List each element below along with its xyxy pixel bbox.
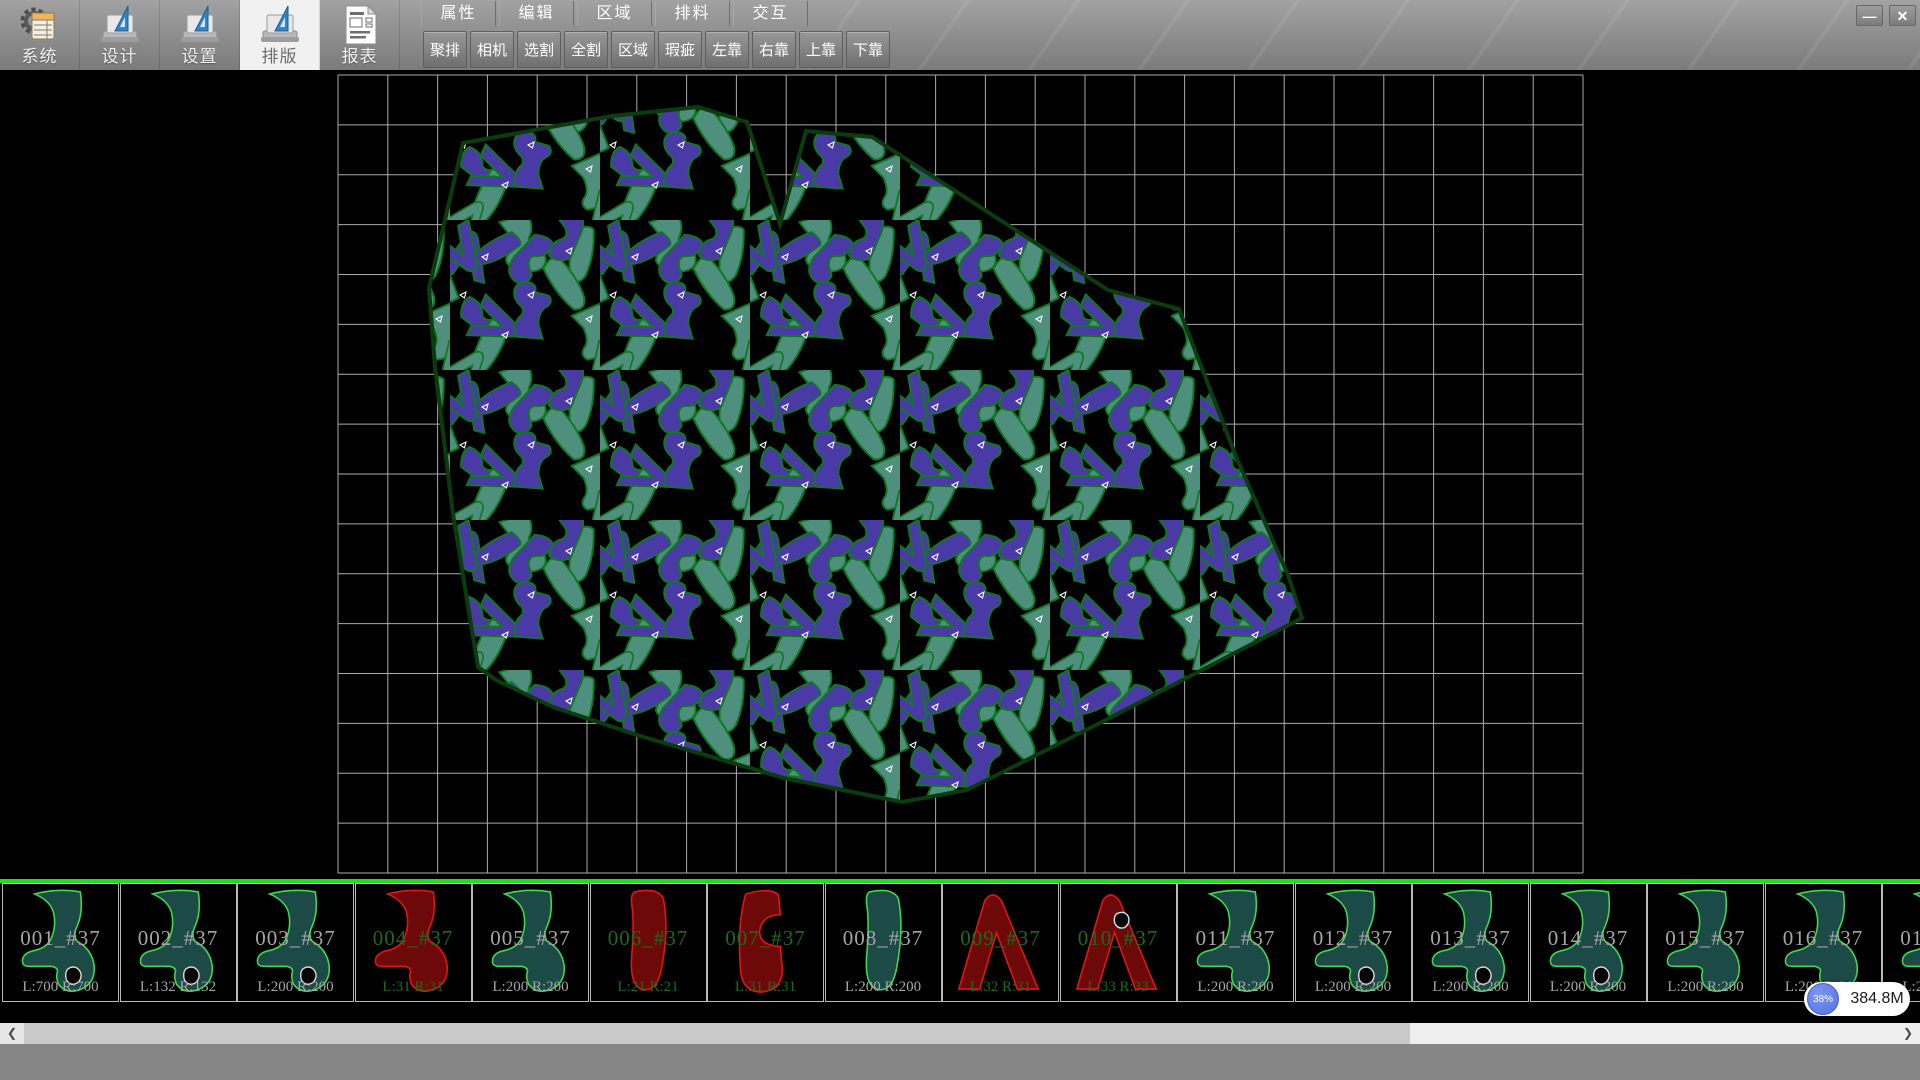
- piece-cell-010_#37[interactable]: 010_#37 L:33 R:33: [1060, 883, 1177, 1002]
- menu-item-5[interactable]: 交互: [733, 1, 808, 26]
- piece-lr-count-label: L:200 R:200: [1178, 979, 1293, 996]
- tool-button-2[interactable]: 相机: [470, 31, 514, 68]
- tool-button-4[interactable]: 全割: [564, 31, 608, 68]
- scrollbar-thumb[interactable]: [24, 1023, 1410, 1044]
- piece-lr-count-label: L:200 R:200: [826, 979, 941, 996]
- nav-tab-label: 报表: [320, 42, 399, 67]
- progress-percent-icon: 38%: [1807, 983, 1839, 1015]
- piece-lr-count-label: L:31 R:31: [356, 979, 471, 996]
- nav-tab-label: 排版: [240, 42, 319, 67]
- piece-id-label: 015_#37: [1648, 926, 1763, 951]
- piece-cell-007_#37[interactable]: 007_#37 L:31 R:31: [707, 883, 824, 1002]
- piece-id-label: 003_#37: [238, 926, 353, 951]
- piece-cell-014_#37[interactable]: 014_#37 L:200 R:200: [1530, 883, 1647, 1002]
- nav-tab-5[interactable]: 报表: [320, 0, 400, 70]
- tool-button-7[interactable]: 左靠: [705, 31, 749, 68]
- nav-tab-4[interactable]: 排版: [240, 0, 320, 70]
- piece-lr-count-label: L:200 R:200: [238, 979, 353, 996]
- status-bar: [0, 1044, 1920, 1080]
- piece-id-label: 002_#37: [121, 926, 236, 951]
- ruler-icon: [98, 3, 142, 47]
- piece-lr-count-label: L:200 R:200: [473, 979, 588, 996]
- horizontal-scrollbar[interactable]: ❮ ❯: [0, 1023, 1920, 1044]
- piece-lr-count-label: L:200 R:200: [1531, 979, 1646, 996]
- piece-lr-count-label: L:33 R:33: [1061, 979, 1176, 996]
- piece-cell-011_#37[interactable]: 011_#37 L:200 R:200: [1177, 883, 1294, 1002]
- piece-lr-count-label: L:200 R:200: [1648, 979, 1763, 996]
- piece-id-label: 017_#37: [1883, 926, 1920, 951]
- nav-tab-label: 设置: [160, 42, 239, 67]
- piece-lr-count-label: L:200 R:200: [1296, 979, 1411, 996]
- piece-lr-count-label: L:32 R:31: [943, 979, 1058, 996]
- tool-button-5[interactable]: 区域: [611, 31, 655, 68]
- piece-id-label: 005_#37: [473, 926, 588, 951]
- scroll-left-arrow-icon[interactable]: ❮: [0, 1023, 24, 1044]
- piece-cell-012_#37[interactable]: 012_#37 L:200 R:200: [1295, 883, 1412, 1002]
- piece-lr-count-label: L:31 R:31: [708, 979, 823, 996]
- piece-lr-count-label: L:21 R:21: [591, 979, 706, 996]
- piece-lr-count-label: L:132 R:132: [121, 979, 236, 996]
- piece-id-label: 011_#37: [1178, 926, 1293, 951]
- application-window: 系统设计设置排版报表 属性编辑区域排料交互 聚排相机选割全割区域瑕疵左靠右靠上靠…: [0, 0, 1920, 1080]
- nav-tab-label: 设计: [80, 42, 159, 67]
- piece-id-label: 010_#37: [1061, 926, 1176, 951]
- piece-id-label: 014_#37: [1531, 926, 1646, 951]
- piece-cell-009_#37[interactable]: 009_#37 L:32 R:31: [942, 883, 1059, 1002]
- piece-cell-008_#37[interactable]: 008_#37 L:200 R:200: [825, 883, 942, 1002]
- download-progress-badge[interactable]: 38% 384.8M: [1804, 982, 1910, 1016]
- menu-item-1[interactable]: 属性: [421, 1, 496, 26]
- piece-id-label: 013_#37: [1413, 926, 1528, 951]
- ruler-icon: [258, 3, 302, 47]
- nav-tab-label: 系统: [0, 42, 79, 67]
- nesting-canvas-svg: [0, 70, 1920, 879]
- piece-thumbnail-strip: 001_#37L:700 R:700002_#37L:132 R:132003_…: [0, 879, 1920, 1023]
- tool-button-3[interactable]: 选割: [517, 31, 561, 68]
- piece-cell-003_#37[interactable]: 003_#37 L:200 R:200: [237, 883, 354, 1002]
- piece-lr-count-label: L:700 R:700: [3, 979, 118, 996]
- piece-id-label: 009_#37: [943, 926, 1058, 951]
- tool-button-1[interactable]: 聚排: [423, 31, 467, 68]
- menu-item-4[interactable]: 排料: [655, 1, 730, 26]
- piece-cell-015_#37[interactable]: 015_#37 L:200 R:200: [1647, 883, 1764, 1002]
- piece-cell-005_#37[interactable]: 005_#37 L:200 R:200: [472, 883, 589, 1002]
- nav-tab-2[interactable]: 设计: [80, 0, 160, 70]
- tool-button-9[interactable]: 上靠: [799, 31, 843, 68]
- tool-button-8[interactable]: 右靠: [752, 31, 796, 68]
- menu-item-3[interactable]: 区域: [577, 1, 652, 26]
- piece-id-label: 008_#37: [826, 926, 941, 951]
- toolbar: 系统设计设置排版报表 属性编辑区域排料交互 聚排相机选割全割区域瑕疵左靠右靠上靠…: [0, 0, 1920, 70]
- piece-id-label: 006_#37: [591, 926, 706, 951]
- piece-id-label: 012_#37: [1296, 926, 1411, 951]
- toolbar-texture: [800, 0, 1920, 70]
- piece-id-label: 001_#37: [3, 926, 118, 951]
- nav-tab-1[interactable]: 系统: [0, 0, 80, 70]
- nesting-canvas[interactable]: [0, 70, 1920, 879]
- minimize-button[interactable]: —: [1856, 5, 1883, 26]
- tool-button-6[interactable]: 瑕疵: [658, 31, 702, 68]
- piece-id-label: 016_#37: [1766, 926, 1881, 951]
- piece-cell-006_#37[interactable]: 006_#37 L:21 R:21: [590, 883, 707, 1002]
- piece-lr-count-label: L:200 R:200: [1413, 979, 1528, 996]
- progress-size-label: 384.8M: [1848, 982, 1906, 1016]
- menu-item-2[interactable]: 编辑: [499, 1, 574, 26]
- piece-cell-002_#37[interactable]: 002_#37 L:132 R:132: [120, 883, 237, 1002]
- report-icon: [338, 3, 382, 47]
- system-icon: [18, 3, 62, 47]
- piece-cell-001_#37[interactable]: 001_#37 L:700 R:700: [2, 883, 119, 1002]
- piece-id-label: 004_#37: [356, 926, 471, 951]
- nav-tab-3[interactable]: 设置: [160, 0, 240, 70]
- piece-cell-013_#37[interactable]: 013_#37 L:200 R:200: [1412, 883, 1529, 1002]
- ruler-icon: [178, 3, 222, 47]
- scroll-right-arrow-icon[interactable]: ❯: [1896, 1023, 1920, 1044]
- tool-button-10[interactable]: 下靠: [846, 31, 890, 68]
- piece-cell-004_#37[interactable]: 004_#37 L:31 R:31: [355, 883, 472, 1002]
- piece-id-label: 007_#37: [708, 926, 823, 951]
- close-button[interactable]: ✕: [1889, 5, 1916, 26]
